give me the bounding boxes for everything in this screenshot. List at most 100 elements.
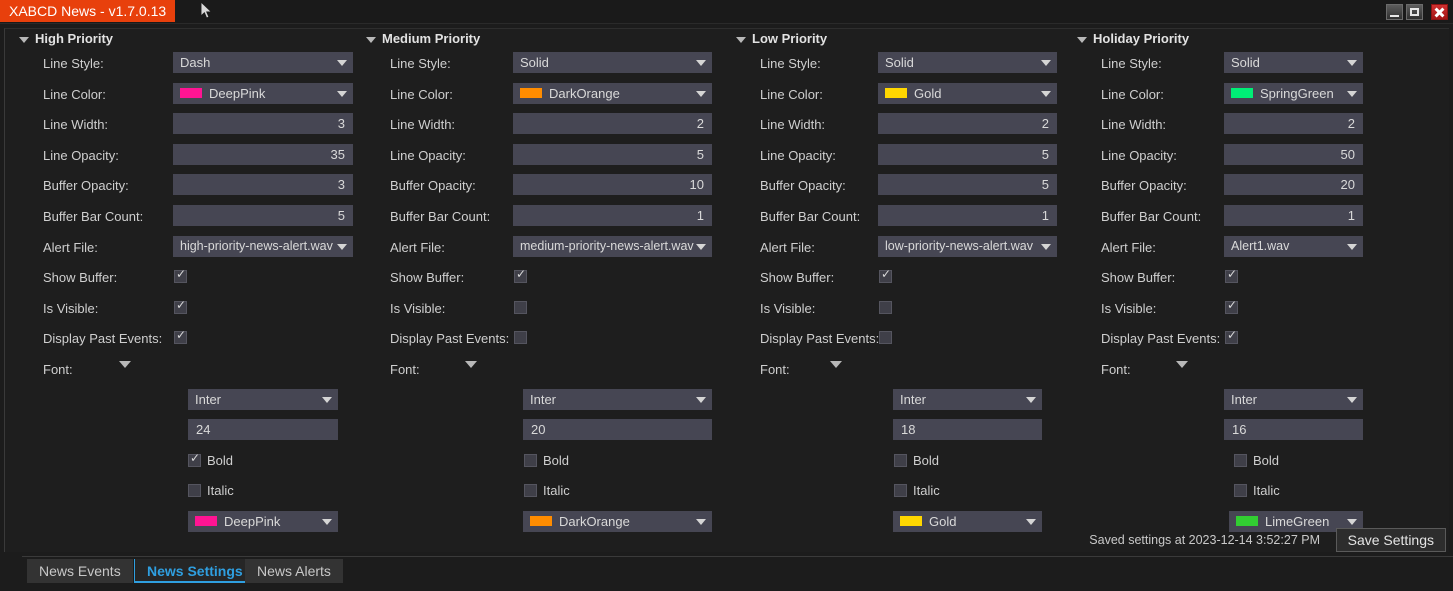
line-width-input[interactable]: 3 <box>173 113 353 135</box>
alert-file-select[interactable]: high-priority-news-alert.wav <box>173 235 353 257</box>
collapse-triangle-icon[interactable] <box>366 37 376 43</box>
row-font-family: Inter <box>13 386 365 417</box>
font-family-select[interactable]: Inter <box>523 388 712 410</box>
font-color-value: Gold <box>929 513 957 529</box>
line-style-select[interactable]: Solid <box>513 52 712 73</box>
maximize-button[interactable] <box>1406 4 1423 20</box>
font-collapse-triangle-icon[interactable] <box>1176 360 1188 368</box>
italic-checkbox[interactable] <box>894 484 907 498</box>
font-family-select[interactable]: Inter <box>1224 388 1363 410</box>
bold-checkbox[interactable] <box>188 451 201 467</box>
alert-file-select[interactable]: Alert1.wav <box>1224 235 1363 257</box>
line-style-select[interactable]: Dash <box>173 52 353 73</box>
row-font-size: 16 <box>1071 416 1416 447</box>
label-display-past-events: Display Past Events: <box>760 331 880 347</box>
bold-checkbox[interactable] <box>524 453 537 467</box>
group-header-high[interactable]: High Priority <box>13 29 365 49</box>
collapse-triangle-icon[interactable] <box>19 37 29 43</box>
group-header-low[interactable]: Low Priority <box>730 29 1060 49</box>
row-buffer-opacity: Buffer Opacity: 20 <box>1071 171 1416 202</box>
line-color-select[interactable]: DarkOrange <box>513 82 712 104</box>
label-is-visible: Is Visible: <box>43 300 99 316</box>
line-width-input[interactable]: 2 <box>878 113 1057 135</box>
label-italic: Italic <box>207 483 234 499</box>
minimize-button[interactable] <box>1386 4 1403 20</box>
group-header-holiday[interactable]: Holiday Priority <box>1071 29 1416 49</box>
italic-checkbox[interactable] <box>188 484 201 498</box>
is-visible-checkbox[interactable] <box>1225 298 1238 314</box>
label-buffer-bar-count: Buffer Bar Count: <box>390 208 491 224</box>
buffer-bar-count-input[interactable]: 1 <box>878 204 1057 226</box>
label-font: Font: <box>1101 361 1131 377</box>
collapse-triangle-icon[interactable] <box>736 37 746 43</box>
app-title: XABCD News - v1.7.0.13 <box>0 0 176 22</box>
line-opacity-input[interactable]: 5 <box>513 143 712 165</box>
bold-checkbox[interactable] <box>1234 453 1247 467</box>
line-opacity-input[interactable]: 35 <box>173 143 353 165</box>
label-buffer-bar-count: Buffer Bar Count: <box>760 208 861 224</box>
italic-checkbox[interactable] <box>524 484 537 498</box>
display-past-events-checkbox[interactable] <box>879 331 892 345</box>
is-visible-checkbox[interactable] <box>174 298 187 314</box>
show-buffer-checkbox[interactable] <box>879 267 892 284</box>
font-size-input[interactable]: 24 <box>188 419 338 441</box>
bold-checkbox[interactable] <box>894 453 907 467</box>
group-header-medium[interactable]: Medium Priority <box>360 29 712 49</box>
buffer-opacity-input[interactable]: 3 <box>173 174 353 196</box>
tab-news-events[interactable]: News Events <box>27 559 133 583</box>
is-visible-checkbox[interactable] <box>879 300 892 314</box>
label-show-buffer: Show Buffer: <box>390 270 465 286</box>
font-size-input[interactable]: 20 <box>523 419 712 441</box>
font-collapse-triangle-icon[interactable] <box>465 360 477 368</box>
alert-file-select[interactable]: medium-priority-news-alert.wav <box>513 235 712 257</box>
line-color-select[interactable]: Gold <box>878 82 1057 104</box>
line-width-input[interactable]: 2 <box>1224 113 1363 135</box>
saved-settings-status: Saved settings at 2023-12-14 3:52:27 PM <box>1089 533 1320 547</box>
font-family-value: Inter <box>530 391 557 407</box>
line-opacity-input[interactable]: 5 <box>878 143 1057 165</box>
font-family-select[interactable]: Inter <box>893 388 1042 410</box>
is-visible-checkbox[interactable] <box>514 300 527 314</box>
save-settings-button[interactable]: Save Settings <box>1335 528 1446 552</box>
line-style-select[interactable]: Solid <box>878 52 1057 73</box>
display-past-events-checkbox[interactable] <box>1225 328 1238 345</box>
label-line-style: Line Style: <box>43 56 104 71</box>
line-color-select[interactable]: SpringGreen <box>1224 82 1363 104</box>
chevron-down-icon <box>1041 60 1051 66</box>
label-line-color: Line Color: <box>1101 86 1164 102</box>
font-size-input[interactable]: 16 <box>1224 419 1363 441</box>
line-color-select[interactable]: DeepPink <box>173 82 353 104</box>
label-italic: Italic <box>1253 483 1280 499</box>
show-buffer-checkbox[interactable] <box>174 267 187 284</box>
display-past-events-checkbox[interactable] <box>514 331 527 345</box>
line-color-value: DarkOrange <box>549 85 620 101</box>
row-line-style: Line Style: Dash <box>13 49 365 80</box>
show-buffer-checkbox[interactable] <box>1225 267 1238 284</box>
line-style-select[interactable]: Solid <box>1224 52 1363 73</box>
display-past-events-checkbox[interactable] <box>174 328 187 345</box>
chevron-down-icon <box>1041 90 1051 97</box>
font-size-input[interactable]: 18 <box>893 419 1042 441</box>
tab-news-alerts[interactable]: News Alerts <box>245 559 343 583</box>
font-collapse-triangle-icon[interactable] <box>830 360 842 368</box>
alert-file-select[interactable]: low-priority-news-alert.wav <box>878 235 1057 257</box>
buffer-bar-count-input[interactable]: 5 <box>173 204 353 226</box>
buffer-bar-count-input[interactable]: 1 <box>1224 204 1363 226</box>
font-collapse-triangle-icon[interactable] <box>119 360 131 368</box>
close-button[interactable] <box>1431 4 1448 20</box>
footer-bar: Saved settings at 2023-12-14 3:52:27 PM … <box>4 528 1449 554</box>
font-family-select[interactable]: Inter <box>188 388 338 410</box>
italic-checkbox[interactable] <box>1234 484 1247 498</box>
tab-news-settings[interactable]: News Settings <box>134 559 256 583</box>
collapse-triangle-icon[interactable] <box>1077 37 1087 43</box>
buffer-opacity-input[interactable]: 5 <box>878 174 1057 196</box>
show-buffer-checkbox[interactable] <box>514 267 527 284</box>
buffer-opacity-input[interactable]: 20 <box>1224 174 1363 196</box>
buffer-opacity-input[interactable]: 10 <box>513 174 712 196</box>
label-line-opacity: Line Opacity: <box>390 147 466 163</box>
line-style-value: Solid <box>1231 55 1260 70</box>
buffer-bar-count-input[interactable]: 1 <box>513 204 712 226</box>
row-alert-file: Alert File: low-priority-news-alert.wav <box>730 233 1060 264</box>
line-opacity-input[interactable]: 50 <box>1224 143 1363 165</box>
line-width-input[interactable]: 2 <box>513 113 712 135</box>
